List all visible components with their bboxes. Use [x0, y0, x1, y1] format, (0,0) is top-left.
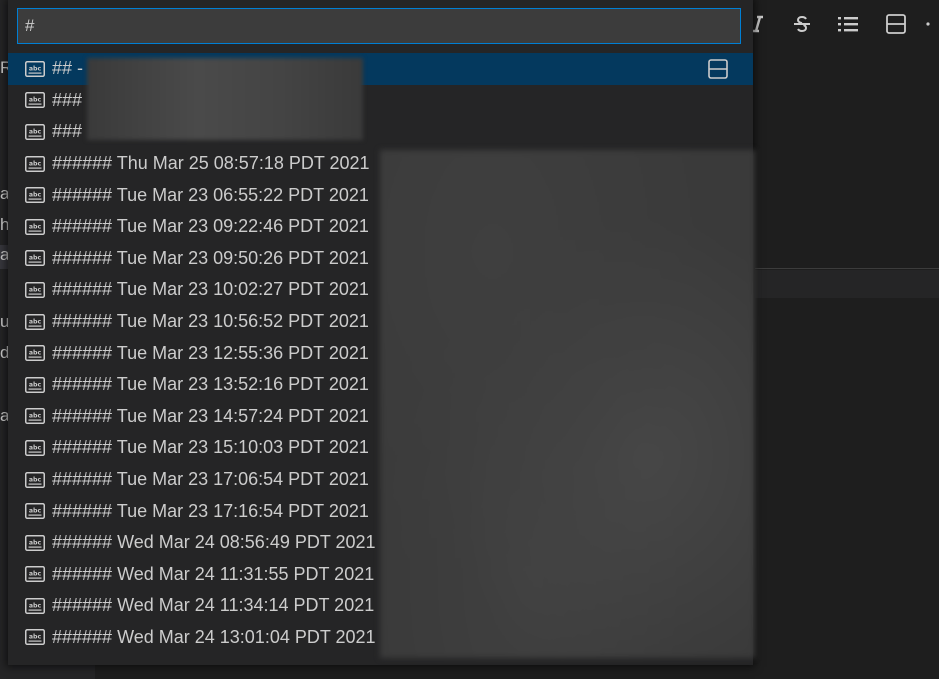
quick-pick-item-label: ### — [52, 121, 83, 142]
symbol-string-icon: abc — [25, 566, 45, 583]
quick-pick-item-label: ###### Tue Mar 23 10:56:52 PDT 2021 — [52, 311, 369, 332]
sidebar-fragment: ul — [0, 312, 8, 331]
symbol-string-icon: abc — [25, 597, 45, 614]
split-editor-icon[interactable] — [884, 12, 908, 36]
symbol-string-icon: abc — [25, 60, 45, 77]
quick-pick-item-label: ###### Tue Mar 23 13:52:16 PDT 2021 — [52, 374, 369, 395]
quick-pick-item-label: ###### Tue Mar 23 12:55:36 PDT 2021 — [52, 342, 369, 363]
svg-text:abc: abc — [29, 413, 42, 420]
quick-pick-item-label: ###### Tue Mar 23 17:06:54 PDT 2021 — [52, 469, 369, 490]
editor-panel-header — [755, 270, 939, 298]
symbol-string-icon: abc — [25, 155, 45, 172]
quick-pick-search-box[interactable] — [17, 8, 741, 44]
quick-pick-item-label: ###### Thu Mar 25 08:57:18 PDT 2021 — [52, 153, 370, 174]
svg-text:abc: abc — [29, 129, 42, 136]
symbol-string-icon: abc — [25, 313, 45, 330]
quick-pick-item-label: ## - — [52, 58, 84, 79]
more-icon[interactable] — [924, 12, 938, 36]
svg-text:abc: abc — [29, 350, 42, 357]
quick-pick-item-label: ###### Tue Mar 23 15:10:03 PDT 2021 — [52, 437, 369, 458]
quick-pick-item-label: ###### Tue Mar 23 09:50:26 PDT 2021 — [52, 247, 369, 268]
editor-divider — [755, 268, 939, 269]
quick-pick-item-label: ###### Tue Mar 23 06:55:22 PDT 2021 — [52, 184, 369, 205]
svg-text:abc: abc — [29, 160, 42, 167]
sidebar-fragment: a — [0, 184, 8, 203]
symbol-string-icon: abc — [25, 376, 45, 393]
svg-text:abc: abc — [29, 602, 42, 609]
symbol-string-icon: abc — [25, 218, 45, 235]
symbol-string-icon: abc — [25, 629, 45, 646]
quick-pick-item-label: ###### Wed Mar 24 08:56:49 PDT 2021 — [52, 532, 376, 553]
symbol-string-icon: abc — [25, 92, 45, 109]
svg-text:abc: abc — [29, 381, 42, 388]
svg-text:abc: abc — [29, 476, 42, 483]
sidebar-fragment: h — [0, 215, 8, 234]
svg-text:abc: abc — [29, 192, 42, 199]
svg-text:abc: abc — [29, 634, 42, 641]
svg-text:abc: abc — [29, 65, 42, 72]
sidebar-fragment: Rl — [0, 58, 8, 77]
split-editor-icon[interactable] — [708, 58, 728, 79]
symbol-string-icon: abc — [25, 471, 45, 488]
sidebar-fragment: d — [0, 343, 8, 362]
quick-pick-item-label: ### — [52, 89, 83, 110]
editor-toolbar — [740, 0, 939, 48]
sidebar-fragment: a — [0, 406, 8, 425]
svg-text:abc: abc — [29, 318, 42, 325]
symbol-string-icon: abc — [25, 345, 45, 362]
quick-pick-item-label: ###### Tue Mar 23 10:02:27 PDT 2021 — [52, 279, 369, 300]
redacted-region — [87, 58, 363, 140]
quick-pick-item-label: ###### Wed Mar 24 11:34:14 PDT 2021 — [52, 595, 375, 616]
symbol-string-icon: abc — [25, 439, 45, 456]
svg-text:abc: abc — [29, 539, 42, 546]
list-icon[interactable] — [836, 12, 860, 36]
symbol-string-icon: abc — [25, 281, 45, 298]
symbol-string-icon: abc — [25, 250, 45, 267]
quick-pick-item-label: ###### Tue Mar 23 14:57:24 PDT 2021 — [52, 405, 369, 426]
quick-pick-item-label: ###### Tue Mar 23 09:22:46 PDT 2021 — [52, 216, 369, 237]
symbol-string-icon: abc — [25, 534, 45, 551]
quick-pick-input[interactable] — [18, 9, 740, 43]
strikethrough-icon[interactable] — [790, 12, 814, 36]
svg-text:abc: abc — [29, 97, 42, 104]
symbol-string-icon: abc — [25, 408, 45, 425]
redacted-region — [380, 150, 755, 658]
symbol-string-icon: abc — [25, 187, 45, 204]
workspace: Rl a h a ul d a — [0, 0, 939, 679]
svg-text:abc: abc — [29, 445, 42, 452]
svg-text:abc: abc — [29, 287, 42, 294]
svg-text:abc: abc — [29, 223, 42, 230]
sidebar-fragment[interactable]: a — [0, 245, 8, 269]
symbol-string-icon: abc — [25, 123, 45, 140]
quick-pick-item-label: ###### Wed Mar 24 13:01:04 PDT 2021 — [52, 626, 376, 647]
svg-text:abc: abc — [29, 571, 42, 578]
symbol-string-icon: abc — [25, 503, 45, 520]
quick-pick-item-label: ###### Wed Mar 24 11:31:55 PDT 2021 — [52, 563, 375, 584]
svg-text:abc: abc — [29, 255, 42, 262]
quick-pick-item-label: ###### Tue Mar 23 17:16:54 PDT 2021 — [52, 500, 369, 521]
svg-text:abc: abc — [29, 508, 42, 515]
